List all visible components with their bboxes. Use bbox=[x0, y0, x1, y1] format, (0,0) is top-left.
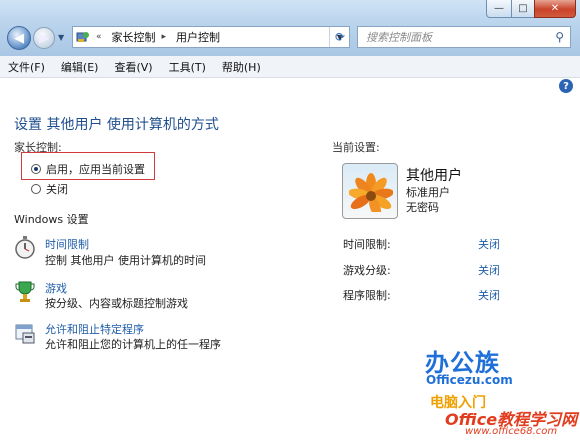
back-button[interactable]: ◀ bbox=[7, 26, 31, 50]
menu-view[interactable]: 查看(V) bbox=[106, 59, 160, 75]
stopwatch-icon bbox=[14, 236, 36, 260]
search-input[interactable] bbox=[364, 29, 548, 45]
breadcrumb-user-control[interactable]: 用户控制 bbox=[176, 29, 220, 45]
program-limit-row-value[interactable]: 关闭 bbox=[478, 287, 500, 303]
radio-enable-label: 启用，应用当前设置 bbox=[46, 163, 145, 176]
radio-disable-option[interactable]: 关闭 bbox=[31, 181, 68, 197]
refresh-icon: ⟳ bbox=[334, 30, 346, 44]
breadcrumb-separator-icon[interactable]: ▸ bbox=[162, 32, 167, 42]
menu-tools[interactable]: 工具(T) bbox=[161, 59, 214, 75]
address-bar[interactable]: « 家长控制 ▸ 用户控制 ▼ bbox=[72, 26, 350, 48]
watermark-site-url: www.office68.com bbox=[465, 426, 558, 437]
radio-disable-label: 关闭 bbox=[46, 183, 68, 196]
user-password-status: 无密码 bbox=[406, 201, 439, 214]
breadcrumb-prefix[interactable]: « bbox=[96, 32, 102, 42]
programs-link[interactable]: 允许和阻止特定程序 bbox=[45, 321, 144, 337]
forward-button[interactable]: ▶ bbox=[33, 27, 55, 49]
user-name: 其他用户 bbox=[406, 168, 462, 184]
close-button[interactable]: ✕ bbox=[534, 0, 576, 18]
control-panel-icon bbox=[76, 30, 90, 44]
windows-settings-title: Windows 设置 bbox=[14, 213, 89, 226]
search-box[interactable]: ⚲ bbox=[357, 26, 571, 48]
breadcrumb-parental-control[interactable]: 家长控制 bbox=[112, 29, 156, 45]
radio-disable[interactable] bbox=[31, 184, 41, 194]
game-rating-row-label: 游戏分级: bbox=[343, 264, 391, 277]
program-limit-row-label: 程序限制: bbox=[343, 289, 391, 302]
radio-enable[interactable] bbox=[31, 164, 41, 174]
time-limit-row-value[interactable]: 关闭 bbox=[478, 236, 500, 252]
games-description: 按分级、内容或标题控制游戏 bbox=[45, 297, 188, 310]
menu-edit[interactable]: 编辑(E) bbox=[53, 59, 107, 75]
current-settings-label: 当前设置: bbox=[332, 141, 380, 154]
search-icon[interactable]: ⚲ bbox=[555, 30, 564, 44]
user-type: 标准用户 bbox=[406, 186, 450, 199]
minimize-button[interactable]: — bbox=[486, 0, 512, 18]
time-limits-description: 控制 其他用户 使用计算机的时间 bbox=[45, 254, 206, 267]
page-title: 设置 其他用户 使用计算机的方式 bbox=[14, 117, 219, 133]
arrow-left-icon: ◀ bbox=[14, 30, 24, 46]
menu-file[interactable]: 文件(F) bbox=[0, 59, 53, 75]
program-icon bbox=[14, 321, 36, 345]
recent-pages-dropdown[interactable]: ▼ bbox=[58, 33, 64, 42]
refresh-button[interactable]: ⟳ bbox=[329, 27, 350, 47]
avatar bbox=[342, 163, 398, 219]
programs-description: 允许和阻止您的计算机上的任一程序 bbox=[45, 338, 221, 351]
game-rating-row-value[interactable]: 关闭 bbox=[478, 262, 500, 278]
radio-enable-option[interactable]: 启用，应用当前设置 bbox=[31, 161, 145, 177]
menu-bar: 文件(F) 编辑(E) 查看(V) 工具(T) 帮助(H) bbox=[0, 56, 580, 78]
trophy-icon bbox=[14, 280, 36, 304]
help-icon[interactable]: ? bbox=[559, 79, 573, 93]
watermark-brand-url: Officezu.com bbox=[426, 373, 513, 387]
maximize-button[interactable]: □ bbox=[511, 0, 535, 18]
games-link[interactable]: 游戏 bbox=[45, 280, 67, 296]
time-limits-link[interactable]: 时间限制 bbox=[45, 236, 89, 252]
flower-icon bbox=[349, 173, 393, 212]
arrow-right-icon: ▶ bbox=[39, 30, 49, 46]
time-limit-row-label: 时间限制: bbox=[343, 238, 391, 251]
menu-help[interactable]: 帮助(H) bbox=[214, 59, 269, 75]
